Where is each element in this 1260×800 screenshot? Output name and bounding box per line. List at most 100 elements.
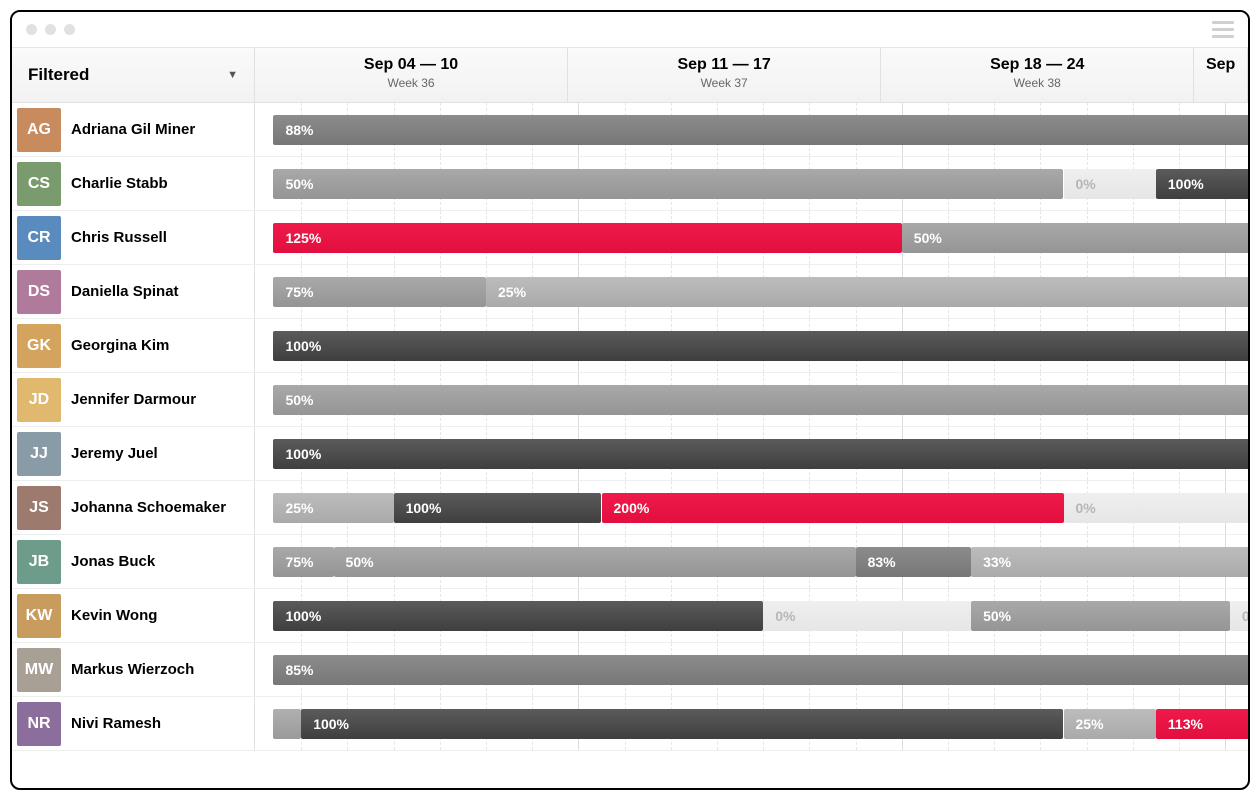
person-cell[interactable]: KWKevin Wong [12,589,255,642]
person-cell[interactable]: GKGeorgina Kim [12,319,255,372]
person-cell[interactable]: CRChris Russell [12,211,255,264]
person-cell[interactable]: JD Jennifer Darmour [12,373,255,426]
allocation-bar[interactable]: 50% [273,385,1248,415]
allocation-value: 50% [346,554,374,570]
allocation-bar[interactable]: 100% [1156,169,1248,199]
allocation-bar[interactable]: 50% [902,223,1248,253]
allocation-bar[interactable] [273,709,301,739]
bars: 25% 100% 200%0% [255,493,1248,523]
close-dot[interactable] [26,24,37,35]
menu-icon[interactable] [1212,21,1234,38]
avatar: KW [17,594,61,638]
avatar: DS [17,270,61,314]
allocation-bar[interactable]: 88% [273,115,1248,145]
weeks-header: Sep 04 — 10Week 36Sep 11 — 17Week 37Sep … [255,48,1248,102]
allocation-bar[interactable]: 25% [1064,709,1156,739]
person-row: NRNivi Ramesh 100% 25% 113% [12,697,1248,751]
person-cell[interactable]: CSCharlie Stabb [12,157,255,210]
person-name: Georgina Kim [71,337,169,354]
timeline-lane[interactable]: 88% [255,103,1248,156]
week-column: Sep 18 — 24Week 38 [881,48,1194,102]
allocation-value: 25% [498,284,526,300]
person-row: GKGeorgina Kim 100% [12,319,1248,373]
bars: 100% 25% 113% [255,709,1248,739]
allocation-bar[interactable]: 25% [273,493,393,523]
person-cell[interactable]: NRNivi Ramesh [12,697,255,750]
timeline-lane[interactable]: 50% [255,373,1248,426]
week-number: Week 37 [568,76,880,90]
person-name: Charlie Stabb [71,175,168,192]
week-column: Sep [1194,48,1248,102]
zoom-dot[interactable] [64,24,75,35]
timeline-lane[interactable]: 75% 25% [255,265,1248,318]
allocation-bar[interactable]: 200% [602,493,1064,523]
allocation-bar[interactable]: 83% [856,547,972,577]
allocation-bar[interactable]: 100% [273,601,763,631]
person-cell[interactable]: JB Jonas Buck [12,535,255,588]
person-cell[interactable]: JSJohanna Schoemaker [12,481,255,534]
allocation-bar[interactable]: 50% [971,601,1230,631]
allocation-bar[interactable]: 100% [394,493,602,523]
person-name: Markus Wierzoch [71,661,194,678]
allocation-bar[interactable]: 75% [273,277,486,307]
allocation-value: 83% [868,554,896,570]
week-range: Sep [1194,56,1247,74]
timeline-lane[interactable]: 100% 25% 113% [255,697,1248,750]
timeline-lane[interactable]: 100%0%50%0% [255,589,1248,642]
app-window: Filtered ▼ Sep 04 — 10Week 36Sep 11 — 17… [10,10,1250,790]
allocation-bar[interactable]: 113% [1156,709,1248,739]
person-row: JB Jonas Buck 75% 50% 83% 33% [12,535,1248,589]
person-name: Jonas Buck [71,553,155,570]
minimize-dot[interactable] [45,24,56,35]
person-cell[interactable]: JJJeremy Juel [12,427,255,480]
person-cell[interactable]: DSDaniella Spinat [12,265,255,318]
allocation-bar[interactable]: 100% [301,709,1063,739]
allocation-value: 100% [285,446,321,462]
timeline-lane[interactable]: 100% [255,427,1248,480]
person-cell[interactable]: AGAdriana Gil Miner [12,103,255,156]
timeline-lane[interactable]: 25% 100% 200%0% [255,481,1248,534]
allocation-bar[interactable]: 0% [1064,493,1249,523]
allocation-value: 33% [983,554,1011,570]
allocation-value: 100% [406,500,442,516]
allocation-value: 125% [285,230,321,246]
person-cell[interactable]: MWMarkus Wierzoch [12,643,255,696]
allocation-bar[interactable]: 0% [1230,601,1248,631]
allocation-bar[interactable]: 75% [273,547,333,577]
timeline-lane[interactable]: 85% [255,643,1248,696]
avatar: JB [17,540,61,584]
bars: 50% [255,385,1248,415]
allocation-bar[interactable]: 125% [273,223,901,253]
filter-dropdown[interactable]: Filtered ▼ [12,48,255,102]
week-column: Sep 04 — 10Week 36 [255,48,568,102]
timeline-lane[interactable]: 100% [255,319,1248,372]
allocation-bar[interactable]: 0% [1064,169,1156,199]
allocation-value: 88% [285,122,313,138]
allocation-value: 100% [1168,176,1204,192]
allocation-bar[interactable]: 100% [273,439,1248,469]
avatar: AG [17,108,61,152]
avatar: JD [17,378,61,422]
allocation-bar[interactable]: 50% [334,547,856,577]
allocation-value: 25% [1076,716,1104,732]
timeline-body: AGAdriana Gil Miner88%CSCharlie Stabb50%… [12,103,1248,788]
timeline-lane[interactable]: 75% 50% 83% 33% [255,535,1248,588]
person-name: Nivi Ramesh [71,715,161,732]
allocation-value: 75% [285,554,313,570]
person-row: MWMarkus Wierzoch 85% [12,643,1248,697]
window-controls[interactable] [26,24,75,35]
timeline-lane[interactable]: 50%0% 100% [255,157,1248,210]
content-area: Filtered ▼ Sep 04 — 10Week 36Sep 11 — 17… [12,48,1248,788]
allocation-bar[interactable]: 85% [273,655,1248,685]
allocation-bar[interactable]: 100% [273,331,1248,361]
timeline-lane[interactable]: 125% 50% [255,211,1248,264]
person-name: Jennifer Darmour [71,391,196,408]
avatar: JJ [17,432,61,476]
allocation-bar[interactable]: 33% [971,547,1248,577]
allocation-bar[interactable]: 50% [273,169,1063,199]
chevron-down-icon: ▼ [227,69,238,81]
timeline-header: Filtered ▼ Sep 04 — 10Week 36Sep 11 — 17… [12,48,1248,103]
allocation-value: 50% [914,230,942,246]
allocation-bar[interactable]: 0% [763,601,971,631]
allocation-bar[interactable]: 25% [486,277,1248,307]
